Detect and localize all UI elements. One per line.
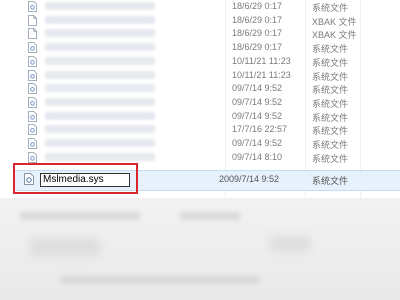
modified-date: 09/7/14 9:52 (232, 96, 283, 107)
file-type: XBAK 文件 (312, 30, 357, 41)
sys-file-icon (28, 110, 37, 122)
blurred-file-name (45, 29, 155, 38)
blurred-file-name (45, 2, 155, 10)
sys-file-icon (28, 1, 37, 12)
file-row[interactable]: 18/6/29 0:17 XBAK 文件 (0, 15, 400, 28)
file-type: 系统文件 (312, 176, 349, 186)
file-row[interactable]: 18/6/29 0:17 系统文件 (0, 1, 400, 14)
modified-date: 18/6/29 0:17 (232, 1, 283, 11)
file-row[interactable]: 18/6/29 0:17 XBAK 文件 (0, 28, 400, 41)
sys-file-icon (28, 138, 37, 149)
blurred-file-name (45, 15, 155, 24)
file-row[interactable]: 09/7/14 9:52 系统文件 (0, 111, 400, 124)
file-type: 系统文件 (312, 71, 349, 82)
modified-date: 18/6/29 0:17 (232, 14, 283, 25)
modified-date: 18/6/29 0:17 (232, 28, 283, 39)
blurred-text (180, 212, 240, 220)
modified-date: 09/7/14 8:10 (232, 151, 283, 162)
file-type: 系统文件 (312, 126, 349, 137)
file-type: 系统文件 (312, 85, 349, 96)
file-row[interactable]: 09/7/14 9:52 系统文件 (0, 83, 400, 96)
file-type: 系统文件 (312, 112, 349, 123)
file-row[interactable]: 09/7/14 9:52 系统文件 (0, 138, 400, 151)
blurred-file-name (45, 70, 155, 79)
modified-date: 10/11/21 11:23 (232, 69, 291, 80)
sys-file-icon (28, 69, 37, 81)
file-type: 系统文件 (312, 98, 349, 109)
sys-file-icon (28, 96, 37, 108)
modified-date: 09/7/14 9:52 (232, 138, 283, 148)
file-type: 系统文件 (312, 44, 349, 55)
blurred-file-name (45, 84, 155, 93)
sys-file-icon (28, 124, 37, 136)
sys-file-icon (28, 55, 37, 67)
file-type: 系统文件 (312, 3, 349, 13)
red-highlight-box (13, 163, 138, 194)
blurred-file-name (45, 43, 155, 52)
file-type: 系统文件 (312, 57, 349, 68)
sys-file-icon (28, 83, 37, 95)
modified-date: 09/7/14 9:52 (232, 83, 283, 94)
file-type: 系统文件 (312, 140, 349, 150)
file-row[interactable]: 18/6/29 0:17 系统文件 (0, 42, 400, 55)
file-row[interactable]: 17/7/16 22:57 系统文件 (0, 124, 400, 137)
blurred-text (20, 212, 140, 220)
file-type: XBAK 文件 (312, 16, 357, 27)
blank-file-icon (28, 28, 37, 40)
blurred-element (270, 236, 310, 252)
modified-date: 18/6/29 0:17 (232, 42, 283, 53)
blurred-bottom-area (0, 198, 400, 300)
file-row[interactable]: 09/7/14 9:52 系统文件 (0, 97, 400, 110)
blurred-file-name (45, 152, 155, 161)
blurred-file-name (45, 139, 155, 147)
sys-file-icon (28, 42, 37, 53)
modified-date: 10/11/21 11:23 (232, 55, 291, 66)
blurred-file-name (45, 97, 155, 106)
blurred-file-name (45, 56, 155, 65)
modified-date: 2009/7/14 9:52 (219, 174, 280, 184)
blurred-element (30, 238, 100, 256)
blurred-file-name (45, 125, 155, 134)
blurred-text (60, 276, 260, 284)
blank-file-icon (28, 14, 37, 26)
sys-file-icon (28, 151, 37, 163)
modified-date: 09/7/14 9:52 (232, 110, 283, 121)
modified-date: 17/7/16 22:57 (232, 124, 288, 135)
file-row[interactable]: 10/11/21 11:23 系统文件 (0, 70, 400, 83)
file-row[interactable]: 10/11/21 11:23 系统文件 (0, 56, 400, 69)
blurred-file-name (45, 111, 155, 120)
file-type: 系统文件 (312, 153, 349, 164)
